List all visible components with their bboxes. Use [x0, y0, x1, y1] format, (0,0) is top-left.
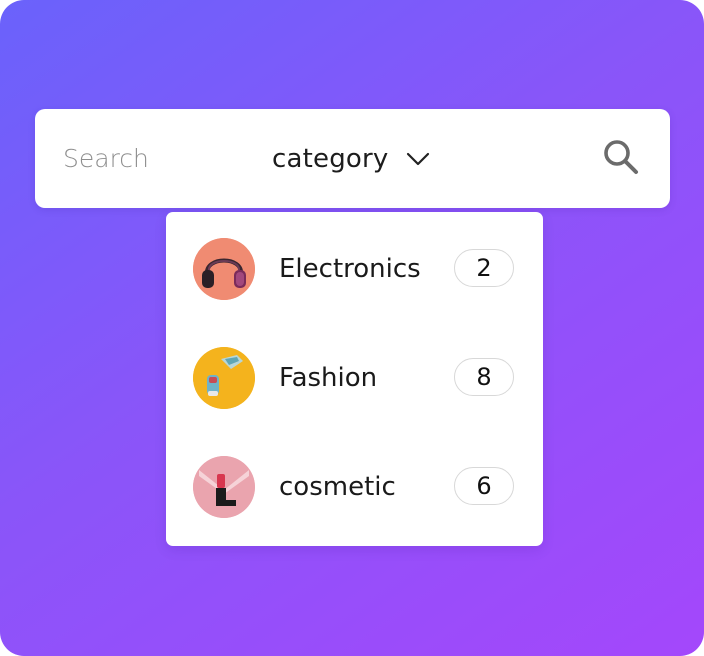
category-dropdown[interactable]: category [272, 137, 431, 181]
category-option-electronics[interactable]: Electronics 2 [166, 224, 543, 314]
category-option-label: Electronics [279, 254, 421, 284]
category-option-cosmetic[interactable]: cosmetic 6 [166, 442, 543, 532]
count-badge: 2 [454, 249, 514, 287]
count-badge: 6 [454, 467, 514, 505]
sneaker-image [193, 347, 255, 409]
category-option-label: cosmetic [279, 472, 396, 502]
search-bar: category [35, 109, 670, 208]
search-input[interactable] [63, 139, 233, 177]
app-background: category [0, 0, 704, 656]
category-option-label: Fashion [279, 363, 378, 393]
chevron-down-icon [405, 149, 431, 169]
search-icon [602, 138, 640, 180]
category-menu: Electronics 2 Fashion 8 cosmetic 6 [166, 212, 543, 546]
search-button[interactable] [600, 138, 642, 180]
count-badge: 8 [454, 358, 514, 396]
lipstick-image [193, 456, 255, 518]
headphones-image [193, 238, 255, 300]
category-option-fashion[interactable]: Fashion 8 [166, 333, 543, 423]
category-label: category [272, 144, 389, 174]
